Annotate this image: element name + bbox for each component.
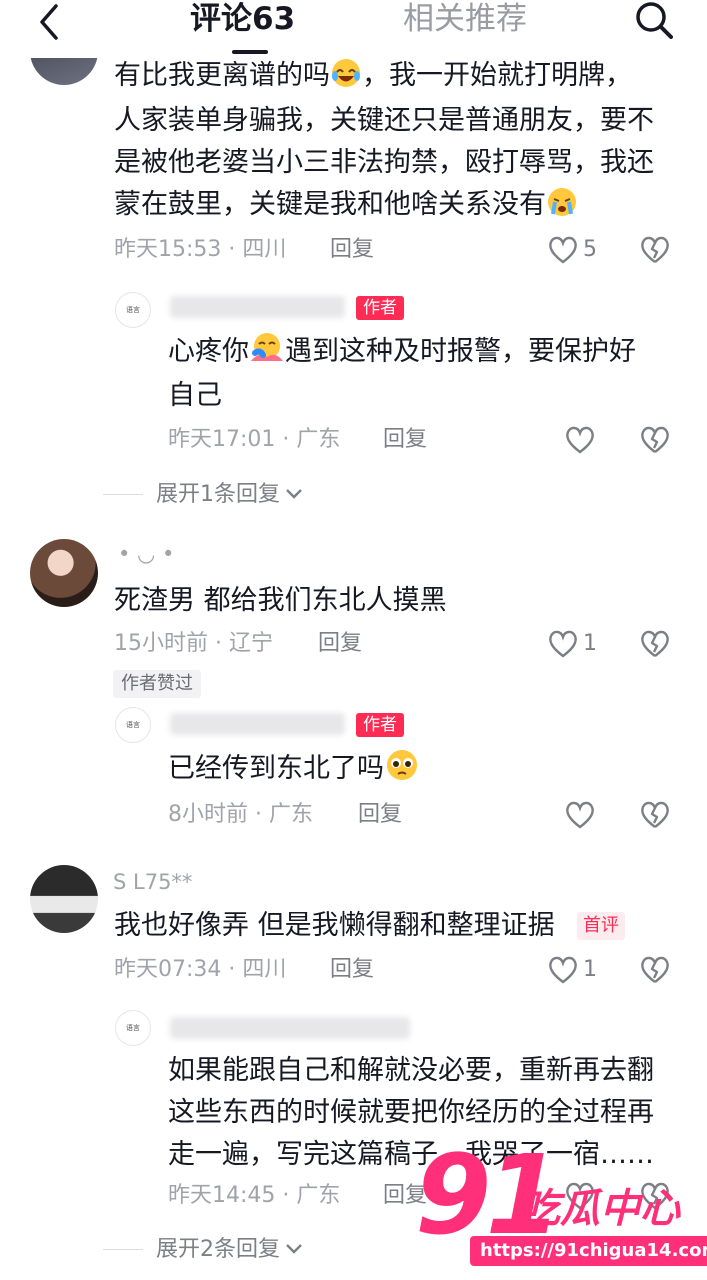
back-arrow-icon bbox=[40, 4, 58, 40]
avatar[interactable] bbox=[30, 539, 98, 607]
reply-button[interactable]: 回复 bbox=[330, 235, 374, 265]
divider bbox=[103, 494, 143, 495]
reply-button[interactable]: 回复 bbox=[358, 800, 402, 830]
blurred-username bbox=[170, 296, 345, 318]
author-avatar[interactable]: 语言 bbox=[115, 292, 151, 328]
comment-text-line: 人家装单身骗我，关键还只是普通朋友，要不 bbox=[114, 105, 654, 136]
comment-meta: 15小时前 · 辽宁 bbox=[114, 631, 274, 656]
tab-related[interactable]: 相关推荐 bbox=[403, 0, 527, 39]
comment-text-line: 是被他老婆当小三非法拘禁，殴打辱骂，我还 bbox=[114, 147, 654, 178]
reply-text-line: 这些东西的时候就要把你经历的全过程再 bbox=[168, 1097, 654, 1128]
comment-text: 我也好像弄 但是我懒得翻和整理证据 bbox=[114, 910, 555, 941]
hugging-emoji-icon bbox=[251, 333, 283, 361]
reply-text: 心疼你 遇到这种及时报警，要保护好 bbox=[168, 331, 636, 372]
dislike-broken-heart-icon[interactable] bbox=[639, 955, 671, 985]
like-count: 1 bbox=[583, 957, 597, 982]
like-count: 1 bbox=[583, 631, 597, 656]
chevron-down-icon bbox=[286, 1244, 302, 1254]
avatar[interactable] bbox=[30, 865, 98, 933]
pleading-face-emoji-icon bbox=[387, 750, 417, 780]
divider bbox=[103, 1249, 143, 1250]
author-badge: 作者 bbox=[356, 296, 404, 320]
top-bar: 评论63 相关推荐 bbox=[0, 0, 707, 58]
heart-icon[interactable] bbox=[547, 235, 579, 265]
tab-indicator bbox=[232, 50, 268, 54]
author-badge: 作者 bbox=[356, 713, 404, 737]
comment-text-line: 蒙在鼓里，关键是我和他啥关系没有 bbox=[114, 184, 578, 225]
reply-button[interactable]: 回复 bbox=[383, 425, 427, 455]
heart-icon[interactable] bbox=[547, 629, 579, 659]
comment-text: 有比我更离谱的吗 ，我一开始就打明牌， bbox=[114, 55, 632, 96]
comment-meta: 昨天15:53 · 四川 bbox=[114, 237, 287, 262]
first-comment-badge: 首评 bbox=[577, 912, 625, 940]
back-button[interactable] bbox=[30, 2, 70, 42]
crying-emoji-icon bbox=[548, 188, 576, 216]
blurred-username bbox=[170, 1017, 410, 1039]
chevron-down-icon bbox=[286, 489, 302, 499]
like-count: 5 bbox=[583, 237, 597, 262]
dislike-broken-heart-icon[interactable] bbox=[639, 629, 671, 659]
username[interactable]: • ◡ • bbox=[118, 540, 174, 568]
dislike-broken-heart-icon[interactable] bbox=[639, 235, 671, 265]
comment-meta: 昨天07:34 · 四川 bbox=[114, 957, 287, 982]
reply-meta: 昨天14:45 · 广东 bbox=[168, 1183, 341, 1208]
blurred-username bbox=[170, 713, 345, 735]
reply-text-line: 如果能跟自己和解就没必要，重新再去翻 bbox=[168, 1055, 654, 1086]
dislike-broken-heart-icon[interactable] bbox=[639, 800, 671, 830]
username[interactable]: S L75** bbox=[113, 868, 192, 896]
author-avatar[interactable]: 语言 bbox=[115, 1010, 151, 1046]
dislike-broken-heart-icon[interactable] bbox=[639, 425, 671, 455]
comment-text: 死渣男 都给我们东北人摸黑 bbox=[114, 585, 447, 616]
expand-replies-button[interactable]: 展开1条回复 bbox=[156, 480, 304, 510]
heart-icon[interactable] bbox=[564, 425, 596, 455]
author-avatar[interactable]: 语言 bbox=[115, 707, 151, 743]
watermark-url: https://91chigua14.com bbox=[470, 1236, 707, 1266]
heart-icon[interactable] bbox=[564, 800, 596, 830]
watermark-logo-text: 吃瓜中心 bbox=[520, 1186, 680, 1232]
reply-text-line: 自己 bbox=[168, 380, 222, 411]
search-icon bbox=[636, 2, 673, 39]
reply-text-line: 走一遍，写完这篇稿子，我哭了一宿…… bbox=[168, 1139, 654, 1170]
crying-laughing-emoji-icon bbox=[332, 59, 360, 87]
search-button[interactable] bbox=[633, 0, 675, 42]
author-liked-badge: 作者赞过 bbox=[113, 670, 201, 698]
reply-button[interactable]: 回复 bbox=[330, 955, 374, 985]
heart-icon[interactable] bbox=[547, 955, 579, 985]
reply-button[interactable]: 回复 bbox=[318, 629, 362, 659]
reply-text: 已经传到东北了吗 bbox=[168, 748, 420, 789]
reply-meta: 8小时前 · 广东 bbox=[168, 802, 314, 827]
expand-replies-button[interactable]: 展开2条回复 bbox=[156, 1235, 304, 1265]
reply-meta: 昨天17:01 · 广东 bbox=[168, 427, 341, 452]
tab-comments[interactable]: 评论63 bbox=[190, 0, 295, 39]
